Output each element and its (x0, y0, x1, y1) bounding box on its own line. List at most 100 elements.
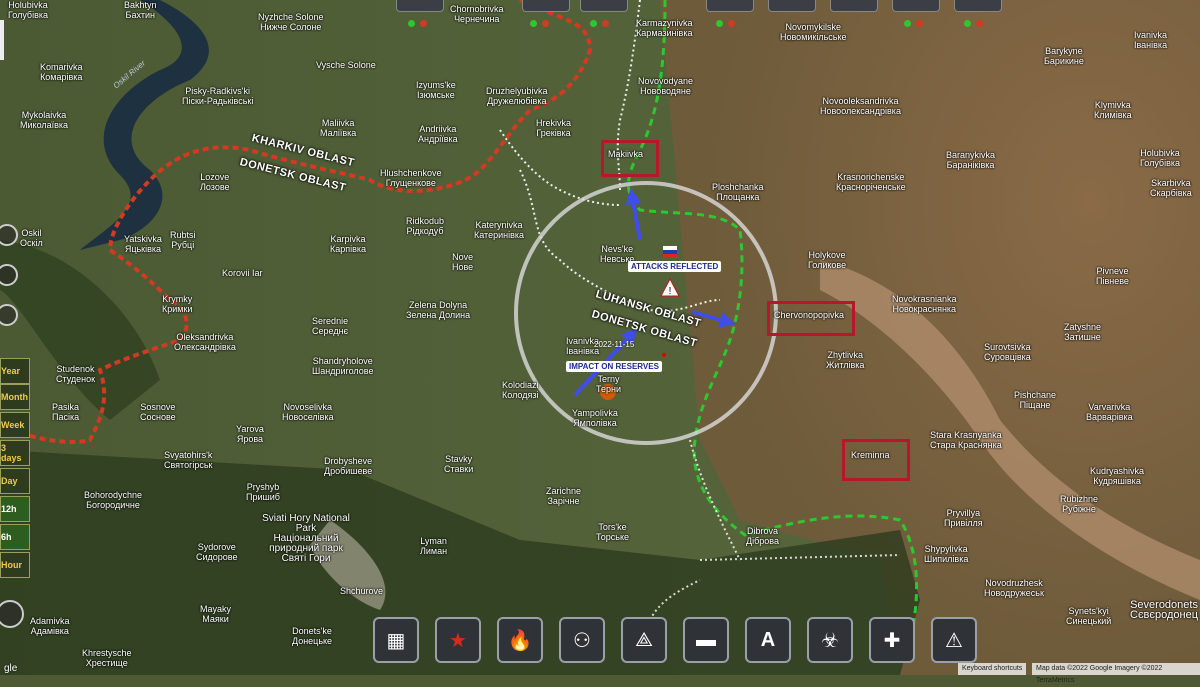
impact-reserves-tag[interactable]: IMPACT ON RESERVES (566, 361, 662, 372)
top-button-1[interactable] (396, 0, 444, 12)
highlight-kreminna-label: Kreminna (851, 450, 890, 460)
place-adamivka: Adamivka Адамівка (30, 616, 70, 636)
place-svyatohirsk: Svyatohirs'k Святогірськ (164, 450, 213, 470)
toolbar-warning-button[interactable]: ⚠ (931, 617, 977, 663)
place-stara-krasnianka: Stara Krasnyanka Стара Краснянка (930, 430, 1002, 450)
place-severodonetsk: Severodonets Сєвєродонец (1130, 599, 1199, 621)
place-yampolivka: Yampolivka Ямполівка (572, 408, 618, 428)
place-pryshyb: Pryshyb Пришиб (246, 482, 280, 502)
place-hrekivka: Hrekivka Греківка (536, 118, 572, 138)
place-novovodiane: Novovodyane Нововодяне (638, 76, 694, 96)
place-kudriashivka: Kudryashivka Кудряшівка (1090, 466, 1145, 486)
toolbar-tank-button[interactable]: ▬ (683, 617, 729, 663)
place-terny: Terny Терни (596, 374, 622, 394)
place-pishchane: Pishchane Піщане (1014, 390, 1057, 410)
place-drobysheve: Drobysheve Дробишеве (324, 456, 373, 476)
filter-month[interactable]: Month (0, 384, 30, 410)
toolbar-triangle-button[interactable]: ⟁ (621, 617, 667, 663)
place-studenok: Studenok Студенок (56, 364, 96, 384)
place-stavky: Stavky Ставки (444, 454, 474, 474)
top-button-4[interactable] (706, 0, 754, 12)
filter-year[interactable]: Year (0, 358, 30, 384)
place-zarichne: Zarichne Зарічне (546, 486, 582, 506)
place-zatyshne: Zatyshne Затишне (1064, 322, 1102, 342)
place-krasnorichenske: Krasnorichenske Красноріченське (836, 172, 906, 192)
place-bakhtyn: Bakhtyn Бахтин (124, 0, 157, 20)
attacks-reflected-tag[interactable]: ATTACKS REFLECTED (628, 261, 722, 272)
place-shypylivka: Shypylivka Шипилівка (924, 544, 969, 564)
highlight-chervonopopivka[interactable]: Chervonopopivka (767, 301, 855, 336)
place-sviati-hory: Sviati Hory National Park Національний пр… (262, 513, 350, 564)
place-hlushchenkove: Hlushchenkove Глущенкове (380, 168, 442, 188)
place-izyumske: Izyums'ke Ізюмське (416, 80, 456, 100)
top-button-6[interactable] (830, 0, 878, 12)
place-sydorove: Sydorove Сидорове (196, 542, 238, 562)
highlight-kreminna[interactable]: Kreminna (842, 439, 910, 481)
filter-month-label: Month (1, 392, 28, 402)
top-button-5[interactable] (768, 0, 816, 12)
status-dot (602, 20, 609, 27)
event-dot (662, 353, 666, 357)
fortification-icon: ▦ (386, 629, 406, 652)
status-dot (716, 20, 723, 27)
status-dot (904, 20, 911, 27)
place-pasika: Pasika Пасіка (52, 402, 80, 422)
medical-cross-icon: ✚ (883, 629, 901, 652)
place-krestyshche: Khrestysche Хрестище (82, 648, 132, 668)
highlight-makiivka[interactable]: Makiivka (601, 140, 659, 177)
place-zhytlivka: Zhytlivka Житлівка (826, 350, 865, 370)
toolbar-fire-button[interactable]: 🔥 (497, 617, 543, 663)
place-chernetchyna: Chornobrivka Чернечина (450, 4, 504, 24)
place-donetske: Donets'ke Донецьке (292, 626, 333, 646)
status-dot (530, 20, 537, 27)
place-varvarivka: Varvarivka Варварівка (1086, 402, 1133, 422)
place-ploshchanka: Ploshchanka Площанка (712, 182, 764, 202)
top-button-2[interactable] (522, 0, 570, 12)
place-mayaky: Mayaky Маяки (200, 604, 232, 624)
zoom-slider[interactable] (0, 20, 4, 60)
keyboard-shortcuts-link[interactable]: Keyboard shortcuts (958, 663, 1027, 675)
place-bohorodychne: Bohorodychne Богородичне (84, 490, 143, 510)
top-button-7[interactable] (892, 0, 940, 12)
place-baranykivka: Baranykivka Баранiківка (946, 150, 996, 170)
highlight-makiivka-label: Makiivka (608, 149, 644, 159)
filter-3-days[interactable]: 3 days (0, 440, 30, 466)
filter-hour-label: Hour (1, 560, 22, 570)
filter-day[interactable]: Day (0, 468, 30, 494)
place-andriivka: Andriivka Андріївка (418, 124, 458, 144)
place-komarivka: Komarivka Комарівка (40, 62, 83, 82)
toolbar-medical-button[interactable]: ✚ (869, 617, 915, 663)
place-yarova: Yarova Ярова (236, 424, 264, 444)
place-holykove: Holykove Голикове (808, 250, 847, 270)
place-shchurove: Shchurove (340, 586, 384, 596)
place-karmazynivka: Karmazynivka Кармазинівка (636, 18, 693, 38)
triangle-nodes-icon: ⟁ (635, 628, 653, 651)
biohazard-icon: ☣ (821, 629, 839, 652)
place-druzhelyubivka: Druzhelyubivka Дружелюбівка (486, 86, 548, 106)
place-holubivka-w: Holubivka Голубівка (8, 0, 49, 20)
place-krymky: Krymky Кримки (162, 294, 193, 314)
russian-flag-icon (663, 246, 677, 258)
toolbar-star-button[interactable]: ★ (435, 617, 481, 663)
filter-3-days-label: 3 days (1, 443, 22, 463)
top-button-8[interactable] (954, 0, 1002, 12)
toolbar-a-button[interactable]: A (745, 617, 791, 663)
filter-day-label: Day (1, 476, 18, 486)
filter-6h[interactable]: 6h (0, 524, 30, 550)
top-button-3[interactable] (580, 0, 628, 12)
filter-hour[interactable]: Hour (0, 552, 30, 578)
filter-week-label: Week (1, 420, 25, 430)
place-lyman: Lyman Лиман (420, 536, 448, 556)
filter-week[interactable]: Week (0, 412, 30, 438)
toolbar-network-button[interactable]: ⚇ (559, 617, 605, 663)
status-dot (408, 20, 415, 27)
place-nyzhche-solone: Nyzhche Solone Нижче Солоне (258, 12, 324, 32)
toolbar-fortification-button[interactable]: ▦ (373, 617, 419, 663)
status-dot (916, 20, 923, 27)
place-ivanivka: Ivanivka Іванівка (1134, 30, 1168, 50)
filter-12h[interactable]: 12h (0, 496, 30, 522)
toolbar-biohazard-button[interactable]: ☣ (807, 617, 853, 663)
place-synetskyi: Synets'kyi Синецький (1066, 606, 1112, 626)
place-ridkodub: Ridkodub Рідкодуб (406, 216, 445, 236)
place-nove: Nove Нове (452, 252, 474, 272)
